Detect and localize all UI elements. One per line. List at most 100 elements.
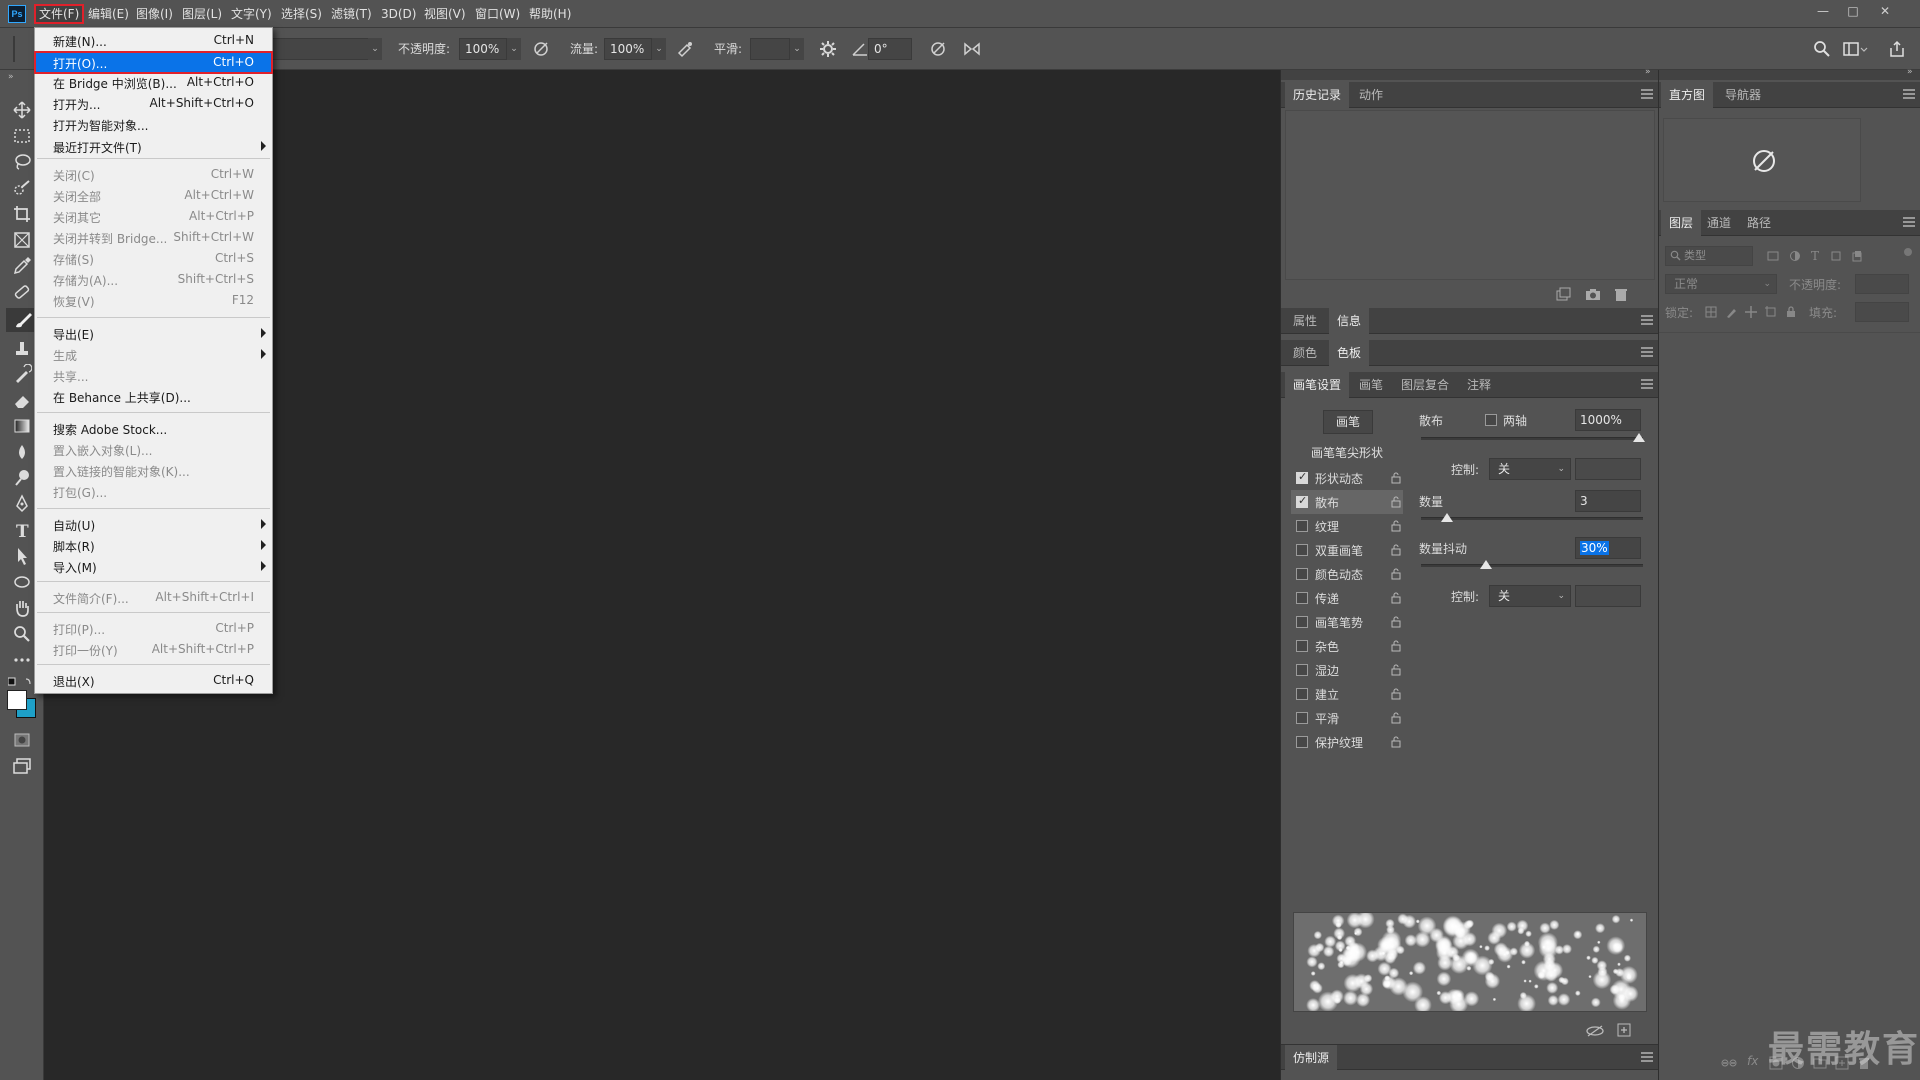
lock-icon[interactable] [1391,736,1401,748]
menu-item-place-embedded[interactable]: 置入嵌入对象(L)... [35,439,272,460]
scatter-input[interactable]: 1000% [1575,409,1641,431]
brush-option-row[interactable]: 传递 [1291,586,1403,610]
panel-menu-icon[interactable] [1641,1052,1653,1062]
menu-window[interactable]: 窗口(W) [475,0,520,28]
layer-filter-select[interactable]: 类型 [1665,246,1753,266]
lock-icon[interactable] [1391,640,1401,652]
lock-icon[interactable] [1391,616,1401,628]
menu-item-scripts[interactable]: 脚本(R) [35,535,272,556]
tab-actions[interactable]: 动作 [1351,82,1391,108]
menu-select[interactable]: 选择(S) [281,0,322,28]
menu-item-place-linked[interactable]: 置入链接的智能对象(K)... [35,460,272,481]
marquee-tool-icon[interactable] [12,126,32,146]
menu-item-save-as[interactable]: 存储为(A)... Shift+Ctrl+S [35,269,272,290]
brush-option-checkbox[interactable] [1296,736,1308,748]
create-new-brush-icon[interactable] [1617,1023,1631,1037]
tab-paths[interactable]: 路径 [1739,210,1779,236]
tab-properties[interactable]: 属性 [1285,308,1325,334]
menu-item-search-adobe-stock[interactable]: 搜索 Adobe Stock... [35,418,272,439]
symmetry-icon[interactable] [962,39,982,59]
dodge-tool-icon[interactable] [12,468,32,488]
type-tool-icon[interactable]: T [12,520,32,540]
opacity-input[interactable]: 100% [459,38,507,60]
menu-item-close-others[interactable]: 关闭其它 Alt+Ctrl+P [35,206,272,227]
pressure-opacity-icon[interactable] [531,39,551,59]
brush-option-row[interactable]: 湿边 [1291,658,1403,682]
lock-pixels-icon[interactable] [1725,306,1737,318]
quick-mask-icon[interactable] [12,730,32,750]
foreground-color-swatch[interactable] [7,690,27,710]
lock-position-icon[interactable] [1745,306,1757,318]
filter-adjust-icon[interactable] [1789,250,1801,262]
brush-presets-button[interactable]: 画笔 [1323,410,1373,434]
menu-item-print-one-copy[interactable]: 打印一份(Y) Alt+Shift+Ctrl+P [35,639,272,660]
eyedropper-tool-icon[interactable] [12,256,32,276]
count-slider[interactable] [1421,517,1643,520]
healing-brush-tool-icon[interactable] [12,282,32,302]
panel-menu-icon[interactable] [1641,89,1653,99]
menu-view[interactable]: 视图(V) [424,0,466,28]
menu-item-close[interactable]: 关闭(C) Ctrl+W [35,164,272,185]
lasso-tool-icon[interactable] [12,152,32,172]
tab-brushes[interactable]: 画笔 [1351,372,1391,398]
scatter-slider-thumb[interactable] [1633,433,1645,442]
count-input[interactable]: 3 [1575,490,1641,512]
brush-option-row[interactable]: 平滑 [1291,706,1403,730]
menu-item-share-on-behance[interactable]: 在 Behance 上共享(D)... [35,386,272,407]
brush-option-checkbox[interactable] [1296,470,1308,484]
tab-info[interactable]: 信息 [1329,308,1370,334]
lock-icon[interactable] [1391,568,1401,580]
count-jitter-input[interactable]: 30% [1575,537,1641,559]
menu-edit[interactable]: 编辑(E) [88,0,129,28]
gradient-tool-icon[interactable] [12,416,32,436]
menu-item-exit[interactable]: 退出(X) Ctrl+Q [35,670,272,691]
zoom-tool-icon[interactable] [12,624,32,644]
lock-icon[interactable] [1391,520,1401,532]
blend-mode-select[interactable]: 正常 ⌄ [1665,274,1777,294]
menu-help[interactable]: 帮助(H) [529,0,571,28]
brush-option-row[interactable]: 保护纹理 [1291,730,1403,754]
share-icon[interactable] [1887,39,1907,59]
brush-option-checkbox[interactable] [1296,640,1308,652]
lock-icon[interactable] [1391,688,1401,700]
search-icon[interactable] [1812,39,1832,59]
swap-colors-icon[interactable] [8,676,36,688]
eraser-tool-icon[interactable] [12,390,32,410]
panel-menu-icon[interactable] [1903,217,1915,227]
tab-layers[interactable]: 图层 [1661,210,1702,236]
move-tool-icon[interactable] [12,100,32,120]
menu-item-new[interactable]: 新建(N)... Ctrl+N [35,30,272,51]
menu-item-package[interactable]: 打包(G)... [35,481,272,502]
quick-select-tool-icon[interactable] [12,178,32,198]
lock-icon[interactable] [1391,472,1401,484]
stamp-tool-icon[interactable] [12,338,32,358]
blur-tool-icon[interactable] [12,442,32,462]
scatter-slider[interactable] [1421,437,1643,440]
menu-item-print[interactable]: 打印(P)... Ctrl+P [35,618,272,639]
hand-tool-icon[interactable] [12,598,32,618]
lock-icon[interactable] [1391,712,1401,724]
lock-icon[interactable] [1391,664,1401,676]
tab-layer-comps[interactable]: 图层复合 [1393,372,1457,398]
panel-menu-icon[interactable] [1641,315,1653,325]
close-button[interactable]: ✕ [1872,0,1898,22]
more-tools-icon[interactable] [12,650,32,670]
filter-toggle[interactable] [1904,248,1912,256]
menu-item-open-as-smart-object[interactable]: 打开为智能对象... [35,114,272,135]
menu-item-save[interactable]: 存储(S) Ctrl+S [35,248,272,269]
gear-icon[interactable] [818,39,838,59]
brush-option-checkbox[interactable] [1296,712,1308,724]
brush-option-row[interactable]: 形状动态 [1291,466,1403,490]
filter-type-icon[interactable]: T [1811,249,1819,263]
menu-item-close-all[interactable]: 关闭全部 Alt+Ctrl+W [35,185,272,206]
tab-channels[interactable]: 通道 [1699,210,1739,236]
menu-item-close-and-go-to-bridge[interactable]: 关闭并转到 Bridge... Shift+Ctrl+W [35,227,272,248]
tab-brush-settings[interactable]: 画笔设置 [1285,372,1350,398]
brush-option-checkbox[interactable] [1296,494,1308,508]
brush-option-checkbox[interactable] [1296,544,1308,556]
menu-item-browse-in-bridge[interactable]: 在 Bridge 中浏览(B)... Alt+Ctrl+O [35,72,272,93]
chevron-down-icon[interactable]: ⌄ [790,38,804,60]
brush-option-checkbox[interactable] [1296,592,1308,604]
lock-icon[interactable] [1391,496,1401,508]
lock-icon[interactable] [1391,592,1401,604]
